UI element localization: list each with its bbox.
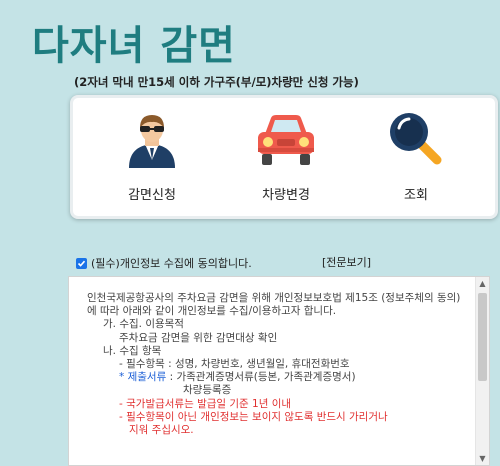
privacy-consent-label: (필수)개인정보 수집에 동의합니다.: [91, 257, 252, 270]
menu-item-apply[interactable]: 감면신청: [97, 108, 207, 208]
terms-notice-3: 지워 주십시오.: [129, 424, 194, 437]
terms-submit-docs: * 제출서류 : 가족관계증명서류(등본, 가족관계증명서): [87, 371, 463, 384]
menu-item-lookup[interactable]: 조회: [361, 108, 471, 208]
terms-section2-heading: 나. 수집 항목: [103, 344, 162, 357]
checkmark-icon: [77, 260, 86, 267]
view-full-terms-link[interactable]: [전문보기]: [322, 254, 371, 270]
scroll-down-arrow-icon[interactable]: ▼: [476, 452, 489, 465]
terms-submit-docs-text2: 차량등록증: [183, 384, 232, 397]
terms-box[interactable]: 인천국제공항공사의 주차요금 감면을 위해 개인정보보호법 제15조 (정보주체…: [68, 276, 490, 466]
terms-submit-docs-text: : 가족관계증명서류(등본, 가족관계증명서): [166, 371, 356, 384]
terms-submit-docs-label: 제출서류: [127, 371, 167, 384]
terms-scrollbar[interactable]: ▲ ▼: [475, 277, 489, 465]
magnifier-icon: [381, 108, 451, 170]
terms-section1-heading: 가. 수집. 이용목적: [103, 318, 184, 331]
terms-notice-2: - 필수항목이 아닌 개인정보는 보이지 않도록 반드시 가리거나: [119, 410, 388, 423]
terms-notice-1: - 국가발급서류는 발급일 기준 1년 이내: [119, 397, 292, 410]
terms-intro: 인천국제공항공사의 주차요금 감면을 위해 개인정보보호법 제15조 (정보주체…: [87, 292, 461, 318]
menu-panel: 감면신청 차량변경 조회: [70, 95, 498, 219]
menu-item-apply-label: 감면신청: [128, 188, 176, 203]
menu-item-change-vehicle-label: 차량변경: [262, 188, 310, 203]
page-subtitle: (2자녀 막내 만15세 이하 가구주(부/모)차량만 신청 가능): [74, 75, 359, 89]
privacy-consent-checkbox[interactable]: [76, 257, 87, 269]
page-title: 다자녀 감면: [32, 23, 236, 69]
terms-submit-docs-prefix: *: [119, 371, 128, 384]
agent-person-icon: [117, 108, 187, 170]
terms-section1-body: 주차요금 감면을 위한 감면대상 확인: [119, 331, 278, 344]
terms-required-items: - 필수항목 : 성명, 차량번호, 생년월일, 휴대전화번호: [119, 358, 350, 371]
car-icon: [251, 108, 321, 170]
scroll-thumb[interactable]: [478, 293, 487, 381]
scroll-up-arrow-icon[interactable]: ▲: [476, 277, 489, 290]
terms-content: 인천국제공항공사의 주차요금 감면을 위해 개인정보보호법 제15조 (정보주체…: [87, 292, 463, 437]
privacy-consent-row: (필수)개인정보 수집에 동의합니다.: [76, 255, 252, 271]
menu-item-lookup-label: 조회: [404, 188, 428, 203]
menu-item-change-vehicle[interactable]: 차량변경: [231, 108, 341, 208]
